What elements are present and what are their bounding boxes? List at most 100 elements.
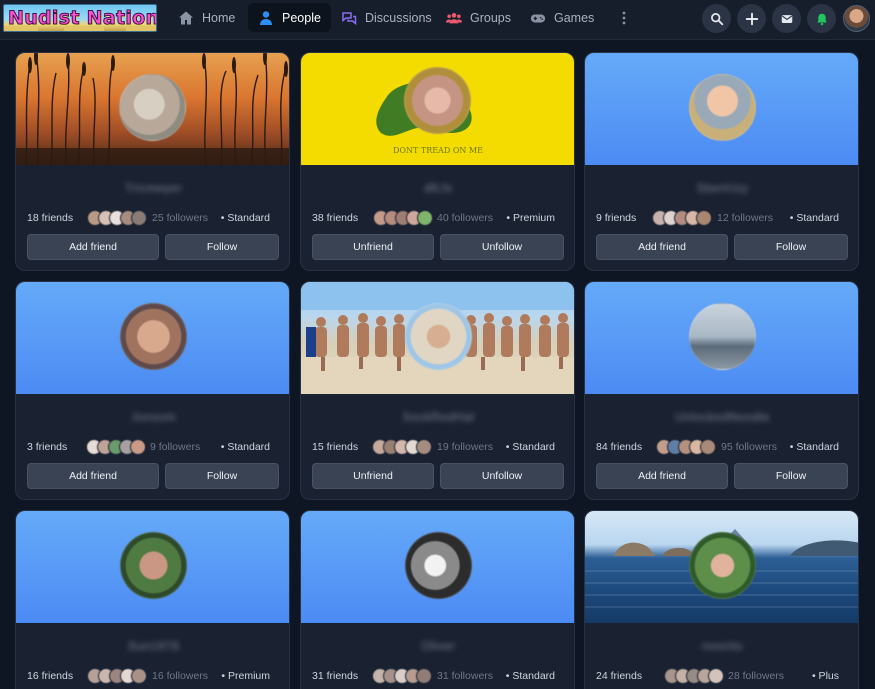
friends-count[interactable]: 15 friends xyxy=(312,441,358,453)
nav-games[interactable]: Games xyxy=(520,3,604,32)
profile-picture[interactable] xyxy=(405,303,472,370)
unfriend-button[interactable]: Unfriend xyxy=(312,463,434,489)
membership-plan: • Standard xyxy=(505,670,555,682)
profile-picture[interactable] xyxy=(404,67,471,134)
nav-people[interactable]: People xyxy=(248,3,331,32)
followers-count[interactable]: 19 followers xyxy=(437,441,493,453)
person-stats: 24 friends 28 followers • Plus xyxy=(596,668,847,684)
person-card: Tricmeyer 18 friends 25 followers • Stan… xyxy=(15,52,290,271)
bell-icon xyxy=(816,13,827,25)
plus-icon xyxy=(745,12,758,25)
followers-count[interactable]: 25 followers xyxy=(152,212,208,224)
search-button[interactable] xyxy=(702,4,731,33)
friends-count[interactable]: 18 friends xyxy=(27,212,73,224)
nav-more[interactable] xyxy=(610,3,638,32)
person-name[interactable]: UnlockedNoodle xyxy=(585,410,858,424)
unfollow-button[interactable]: Unfollow xyxy=(440,463,564,489)
nav-groups-label: Groups xyxy=(470,10,511,25)
mail-icon xyxy=(781,14,792,23)
person-card: Oliver 31 friends 31 followers • Standar… xyxy=(300,510,575,689)
messages-button[interactable] xyxy=(772,4,801,33)
followers-count[interactable]: 12 followers xyxy=(717,212,773,224)
person-name[interactable]: Oliver xyxy=(301,639,574,653)
unfriend-button[interactable]: Unfriend xyxy=(312,234,434,260)
search-icon xyxy=(710,12,723,25)
profile-picture[interactable] xyxy=(689,74,756,141)
followers-count[interactable]: 31 followers xyxy=(437,670,493,682)
nav-discussions[interactable]: Discussions xyxy=(331,3,442,32)
add-friend-button[interactable]: Add friend xyxy=(596,463,728,489)
person-name[interactable]: dfLfx xyxy=(301,181,574,195)
person-stats: 18 friends 25 followers • Standard xyxy=(27,210,278,226)
friends-count[interactable]: 3 friends xyxy=(27,441,67,453)
person-name[interactable]: Jonsom xyxy=(16,410,289,424)
top-nav: Nudist Nation Home People Discussions Gr… xyxy=(0,0,875,40)
profile-picture[interactable] xyxy=(120,303,187,370)
logo-text: Nudist Nation xyxy=(7,7,157,30)
follow-button[interactable]: Follow xyxy=(165,463,279,489)
friends-count[interactable]: 9 friends xyxy=(596,212,636,224)
gamepad-icon xyxy=(530,13,546,22)
nav-home[interactable]: Home xyxy=(168,3,245,32)
unfollow-button[interactable]: Unfollow xyxy=(440,234,564,260)
person-icon xyxy=(260,10,272,25)
person-name[interactable]: Sbertrizy xyxy=(585,181,858,195)
followers-count[interactable]: 28 followers xyxy=(728,670,784,682)
add-friend-button[interactable]: Add friend xyxy=(27,234,159,260)
person-stats: 15 friends 19 followers • Standard xyxy=(312,439,563,455)
person-stats: 3 friends 9 followers • Standard xyxy=(27,439,278,455)
person-card: SockRedHat 15 friends 19 followers • Sta… xyxy=(300,281,575,500)
membership-plan: • Premium xyxy=(221,670,270,682)
person-name[interactable]: noorito xyxy=(585,639,858,653)
chat-icon xyxy=(342,11,357,25)
create-button[interactable] xyxy=(737,4,766,33)
membership-plan: • Standard xyxy=(789,441,839,453)
person-card: noorito 24 friends 28 followers • Plus xyxy=(584,510,859,689)
person-stats: 31 friends 31 followers • Standard xyxy=(312,668,563,684)
nav-people-label: People xyxy=(282,10,321,25)
person-card: Sbertrizy 9 friends 12 followers • Stand… xyxy=(584,52,859,271)
followers-count[interactable]: 95 followers xyxy=(721,441,777,453)
profile-picture[interactable] xyxy=(120,532,187,599)
membership-plan: • Standard xyxy=(220,212,270,224)
followers-count[interactable]: 40 followers xyxy=(437,212,493,224)
membership-plan: • Standard xyxy=(789,212,839,224)
person-card: Sun1978 16 friends 16 followers • Premiu… xyxy=(15,510,290,689)
friends-count[interactable]: 31 friends xyxy=(312,670,358,682)
membership-plan: • Standard xyxy=(505,441,555,453)
person-card: DONT TREAD ON ME dfLfx 38 friends 40 fol… xyxy=(300,52,575,271)
friends-count[interactable]: 16 friends xyxy=(27,670,73,682)
membership-plan: • Premium xyxy=(506,212,555,224)
user-avatar[interactable] xyxy=(843,5,870,32)
profile-picture[interactable] xyxy=(119,74,186,141)
person-name[interactable]: Tricmeyer xyxy=(16,181,289,195)
site-logo[interactable]: Nudist Nation xyxy=(3,4,157,32)
follow-button[interactable]: Follow xyxy=(734,463,848,489)
person-name[interactable]: SockRedHat xyxy=(301,410,574,424)
friends-count[interactable]: 84 friends xyxy=(596,441,642,453)
profile-picture[interactable] xyxy=(689,303,756,370)
add-friend-button[interactable]: Add friend xyxy=(596,234,728,260)
profile-picture[interactable] xyxy=(405,532,472,599)
follow-button[interactable]: Follow xyxy=(165,234,279,260)
person-stats: 84 friends 95 followers • Standard xyxy=(596,439,847,455)
nav-home-label: Home xyxy=(202,10,236,25)
nav-discussions-label: Discussions xyxy=(365,10,432,25)
person-card: Jonsom 3 friends 9 followers • Standard … xyxy=(15,281,290,500)
membership-plan: • Plus xyxy=(811,670,839,682)
person-stats: 9 friends 12 followers • Standard xyxy=(596,210,847,226)
person-card: UnlockedNoodle 84 friends 95 followers •… xyxy=(584,281,859,500)
followers-count[interactable]: 16 followers xyxy=(152,670,208,682)
friends-count[interactable]: 38 friends xyxy=(312,212,358,224)
notifications-button[interactable] xyxy=(807,4,836,33)
groups-icon xyxy=(446,12,462,23)
home-icon xyxy=(179,11,193,24)
friends-count[interactable]: 24 friends xyxy=(596,670,642,682)
follow-button[interactable]: Follow xyxy=(734,234,848,260)
followers-count[interactable]: 9 followers xyxy=(150,441,200,453)
profile-picture[interactable] xyxy=(689,532,756,599)
nav-groups[interactable]: Groups xyxy=(436,3,521,32)
person-name[interactable]: Sun1978 xyxy=(16,639,289,653)
person-stats: 16 friends 16 followers • Premium xyxy=(27,668,278,684)
add-friend-button[interactable]: Add friend xyxy=(27,463,159,489)
